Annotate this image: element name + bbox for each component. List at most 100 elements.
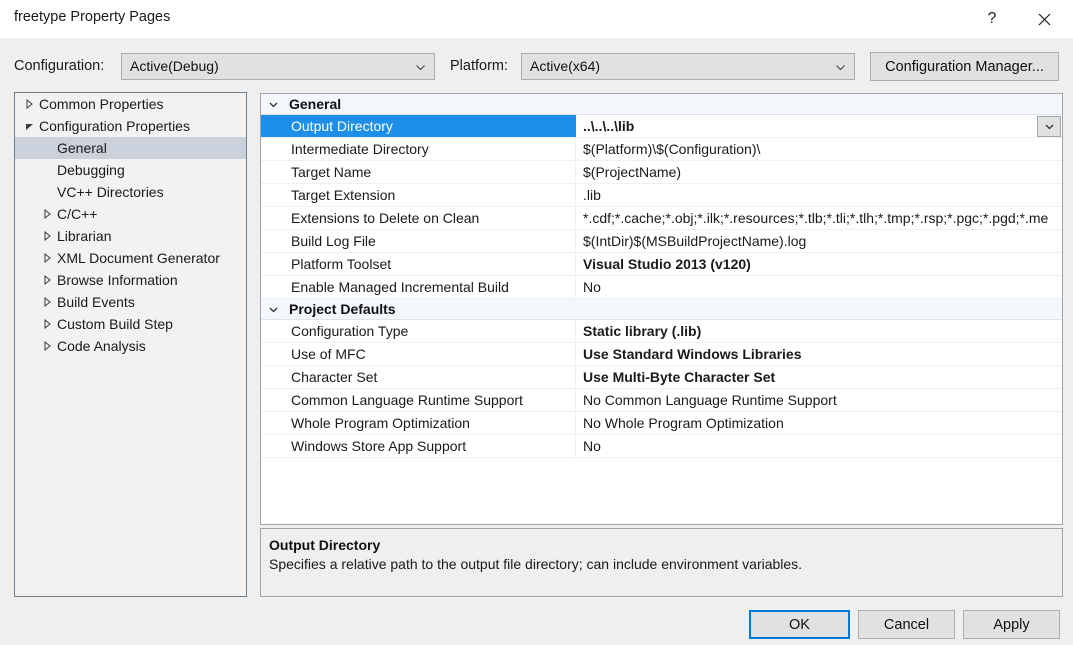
tree-item-librarian[interactable]: Librarian xyxy=(15,225,246,247)
property-value-text: Visual Studio 2013 (v120) xyxy=(583,256,751,272)
triangle-right-icon[interactable] xyxy=(39,313,55,335)
cancel-button[interactable]: Cancel xyxy=(858,610,955,639)
tree-item-common-properties[interactable]: Common Properties xyxy=(15,93,246,115)
tree-item-label: Common Properties xyxy=(39,96,164,112)
property-row[interactable]: Use of MFC Use Standard Windows Libraries xyxy=(261,343,1062,366)
property-value-text: $(ProjectName) xyxy=(583,164,682,180)
tree-item-custom-build-step[interactable]: Custom Build Step xyxy=(15,313,246,335)
property-row[interactable]: Build Log File $(IntDir)$(MSBuildProjectN… xyxy=(261,230,1062,253)
tree-item-label: Build Events xyxy=(57,294,135,310)
chevron-down-icon[interactable] xyxy=(261,299,285,320)
triangle-right-icon[interactable] xyxy=(39,203,55,225)
property-value[interactable]: $(ProjectName) xyxy=(576,161,1062,183)
tree-item-label: C/C++ xyxy=(57,206,98,222)
value-dropdown-button[interactable] xyxy=(1037,116,1061,137)
property-name: Target Name xyxy=(261,161,576,183)
property-row[interactable]: Character Set Use Multi-Byte Character Se… xyxy=(261,366,1062,389)
configuration-label: Configuration: xyxy=(14,58,105,74)
tree-item-label: Librarian xyxy=(57,228,112,244)
property-row[interactable]: Target Name $(ProjectName) xyxy=(261,161,1062,184)
tree-item-vc-directories[interactable]: VC++ Directories xyxy=(15,181,246,203)
property-value[interactable]: *.cdf;*.cache;*.obj;*.ilk;*.resources;*.… xyxy=(576,207,1062,229)
property-row[interactable]: Extensions to Delete on Clean *.cdf;*.cac… xyxy=(261,207,1062,230)
description-title: Output Directory xyxy=(269,537,381,553)
property-value[interactable]: .lib xyxy=(576,184,1062,206)
property-value-text: ..\..\..\lib xyxy=(583,118,635,134)
triangle-right-icon[interactable] xyxy=(39,269,55,291)
property-name: Enable Managed Incremental Build xyxy=(261,276,576,298)
property-row[interactable]: Intermediate Directory $(Platform)\$(Conf… xyxy=(261,138,1062,161)
help-icon[interactable]: ? xyxy=(969,0,1015,38)
property-value-text: No xyxy=(583,279,601,295)
triangle-right-icon[interactable] xyxy=(39,247,55,269)
property-value-text: $(Platform)\$(Configuration)\ xyxy=(583,141,761,157)
property-name: Intermediate Directory xyxy=(261,138,576,160)
ok-button[interactable]: OK xyxy=(749,610,850,639)
property-value[interactable]: No Whole Program Optimization xyxy=(576,412,1062,434)
property-value[interactable]: No xyxy=(576,435,1062,457)
tree-item-label: Code Analysis xyxy=(57,338,146,354)
property-name: Extensions to Delete on Clean xyxy=(261,207,576,229)
triangle-right-icon[interactable] xyxy=(39,225,55,247)
property-value[interactable]: $(Platform)\$(Configuration)\ xyxy=(576,138,1062,160)
property-row[interactable]: Target Extension .lib xyxy=(261,184,1062,207)
tree-item-debugging[interactable]: Debugging xyxy=(15,159,246,181)
grid-section-title: General xyxy=(289,96,342,112)
grid-section-header[interactable]: General xyxy=(261,94,1062,115)
tree-item-c-c[interactable]: C/C++ xyxy=(15,203,246,225)
window-title: freetype Property Pages xyxy=(14,9,171,25)
property-row[interactable]: Windows Store App Support No xyxy=(261,435,1062,458)
property-value[interactable]: ..\..\..\lib xyxy=(576,115,1062,137)
property-row[interactable]: Configuration Type Static library (.lib) xyxy=(261,320,1062,343)
tree-item-build-events[interactable]: Build Events xyxy=(15,291,246,313)
property-value[interactable]: Visual Studio 2013 (v120) xyxy=(576,253,1062,275)
tree-item-xml-document-generator[interactable]: XML Document Generator xyxy=(15,247,246,269)
property-value-text: No xyxy=(583,438,601,454)
triangle-right-icon[interactable] xyxy=(39,335,55,357)
chevron-down-icon[interactable] xyxy=(261,94,285,115)
grid-section-title: Project Defaults xyxy=(289,301,396,317)
tree-item-label: Custom Build Step xyxy=(57,316,173,332)
property-name: Whole Program Optimization xyxy=(261,412,576,434)
property-value[interactable]: $(IntDir)$(MSBuildProjectName).log xyxy=(576,230,1062,252)
tree-item-browse-information[interactable]: Browse Information xyxy=(15,269,246,291)
property-name: Configuration Type xyxy=(261,320,576,342)
property-value[interactable]: Static library (.lib) xyxy=(576,320,1062,342)
tree-item-label: Configuration Properties xyxy=(39,118,190,134)
property-value[interactable]: Use Multi-Byte Character Set xyxy=(576,366,1062,388)
property-value[interactable]: Use Standard Windows Libraries xyxy=(576,343,1062,365)
tree-item-code-analysis[interactable]: Code Analysis xyxy=(15,335,246,357)
tree-item-configuration-properties[interactable]: Configuration Properties xyxy=(15,115,246,137)
property-name: Use of MFC xyxy=(261,343,576,365)
configuration-manager-button[interactable]: Configuration Manager... xyxy=(870,52,1059,81)
chevron-down-icon xyxy=(835,62,846,73)
triangle-right-icon[interactable] xyxy=(39,291,55,313)
close-icon[interactable] xyxy=(1021,0,1067,38)
apply-button[interactable]: Apply xyxy=(963,610,1060,639)
property-value-text: *.cdf;*.cache;*.obj;*.ilk;*.resources;*.… xyxy=(583,210,1049,226)
property-value-text: No Whole Program Optimization xyxy=(583,415,784,431)
configuration-select[interactable]: Active(Debug) xyxy=(121,53,435,80)
description-panel: Output Directory Specifies a relative pa… xyxy=(260,528,1063,597)
property-row[interactable]: Platform Toolset Visual Studio 2013 (v120… xyxy=(261,253,1062,276)
tree-item-label: Debugging xyxy=(57,162,125,178)
property-value[interactable]: No xyxy=(576,276,1062,298)
property-row[interactable]: Common Language Runtime Support No Common… xyxy=(261,389,1062,412)
property-value-text: No Common Language Runtime Support xyxy=(583,392,837,408)
property-name: Common Language Runtime Support xyxy=(261,389,576,411)
property-grid[interactable]: General Output Directory ..\..\..\lib Inter… xyxy=(260,93,1063,525)
grid-section-header[interactable]: Project Defaults xyxy=(261,299,1062,320)
tree-item-label: XML Document Generator xyxy=(57,250,220,266)
platform-select[interactable]: Active(x64) xyxy=(521,53,855,80)
property-row[interactable]: Whole Program Optimization No Whole Progr… xyxy=(261,412,1062,435)
property-row[interactable]: Enable Managed Incremental Build No xyxy=(261,276,1062,299)
triangle-down-icon[interactable] xyxy=(21,115,37,137)
property-value[interactable]: No Common Language Runtime Support xyxy=(576,389,1062,411)
properties-tree[interactable]: Common Properties Configuration Propertie… xyxy=(14,92,247,597)
property-value-text: Static library (.lib) xyxy=(583,323,702,339)
tree-item-general[interactable]: General xyxy=(15,137,246,159)
property-row[interactable]: Output Directory ..\..\..\lib xyxy=(261,115,1062,138)
triangle-right-icon[interactable] xyxy=(21,93,37,115)
platform-value: Active(x64) xyxy=(530,58,601,74)
